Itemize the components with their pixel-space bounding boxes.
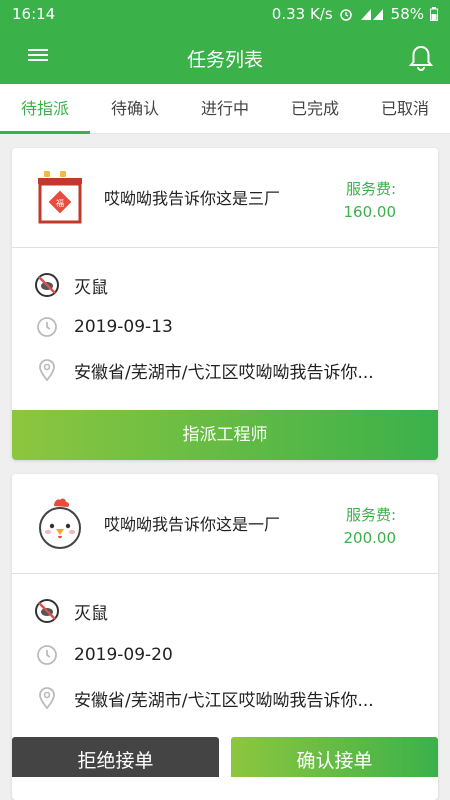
card-header: 哎呦呦我告诉你这是一厂 服务费: 200.00: [12, 474, 438, 574]
location-pin-icon: [39, 687, 55, 710]
service-row: 灭鼠: [34, 596, 418, 626]
svg-text:福: 福: [56, 199, 64, 208]
service-address: 安徽省/芜湖市/弋江区哎呦呦我告诉你...: [74, 362, 374, 383]
confirm-order-button[interactable]: 确认接单: [231, 737, 438, 777]
fee-label: 服务费:: [345, 506, 396, 524]
service-type: 灭鼠: [74, 603, 108, 624]
assign-engineer-button[interactable]: 指派工程师: [12, 410, 438, 460]
fee-value: 160.00: [343, 203, 397, 221]
fee-value: 200.00: [343, 529, 397, 547]
service-type: 灭鼠: [74, 277, 108, 298]
location-pin-icon: [39, 359, 55, 382]
battery-icon: [430, 7, 438, 21]
clock-icon: [37, 645, 57, 665]
bell-icon[interactable]: [408, 44, 434, 72]
service-address: 安徽省/芜湖市/弋江区哎呦呦我告诉你...: [74, 690, 374, 711]
tab-pending-assign[interactable]: 待指派: [0, 84, 90, 134]
tab-in-progress[interactable]: 进行中: [180, 84, 270, 133]
card-header: 福 哎呦呦我告诉你这是三厂 服务费: 160.00: [12, 148, 438, 248]
fee-label: 服务费:: [345, 180, 396, 198]
clock-icon: [37, 317, 57, 337]
date-row: 2019-09-20: [34, 640, 418, 670]
status-tabs: 待指派 待确认 进行中 已完成 已取消: [0, 84, 450, 134]
company-logo-icon: 福: [38, 171, 82, 224]
company-name: 哎呦呦我告诉你这是三厂: [104, 189, 281, 208]
service-date: 2019-09-13: [74, 317, 173, 337]
no-rat-icon: [35, 599, 59, 623]
tab-pending-confirm[interactable]: 待确认: [90, 84, 180, 133]
status-time: 16:14: [12, 5, 56, 23]
service-date: 2019-09-20: [74, 645, 173, 665]
signal-icon: [360, 9, 383, 20]
company-name: 哎呦呦我告诉你这是一厂: [104, 515, 281, 534]
status-bar: 16:14 0.33 K/s 58%: [0, 0, 450, 28]
reject-order-button[interactable]: 拒绝接单: [12, 737, 219, 777]
tab-cancelled[interactable]: 已取消: [360, 84, 450, 133]
battery-text: 58%: [390, 5, 424, 23]
service-row: 灭鼠: [34, 270, 418, 300]
tab-completed[interactable]: 已完成: [270, 84, 360, 133]
address-row: 安徽省/芜湖市/弋江区哎呦呦我告诉你...: [34, 355, 418, 385]
alarm-icon: [339, 9, 352, 21]
net-speed: 0.33 K/s: [271, 5, 333, 23]
chicken-logo-icon: [39, 498, 81, 549]
app-bar: 任务列表: [0, 28, 450, 84]
date-row: 2019-09-13: [34, 312, 418, 342]
no-rat-icon: [35, 273, 59, 297]
task-card[interactable]: 福 哎呦呦我告诉你这是三厂 服务费: 160.00 灭鼠 2019-09-13 …: [12, 148, 438, 460]
address-row: 安徽省/芜湖市/弋江区哎呦呦我告诉你...: [34, 683, 418, 713]
page-title: 任务列表: [186, 49, 263, 71]
status-right: 0.33 K/s 58%: [272, 5, 438, 23]
